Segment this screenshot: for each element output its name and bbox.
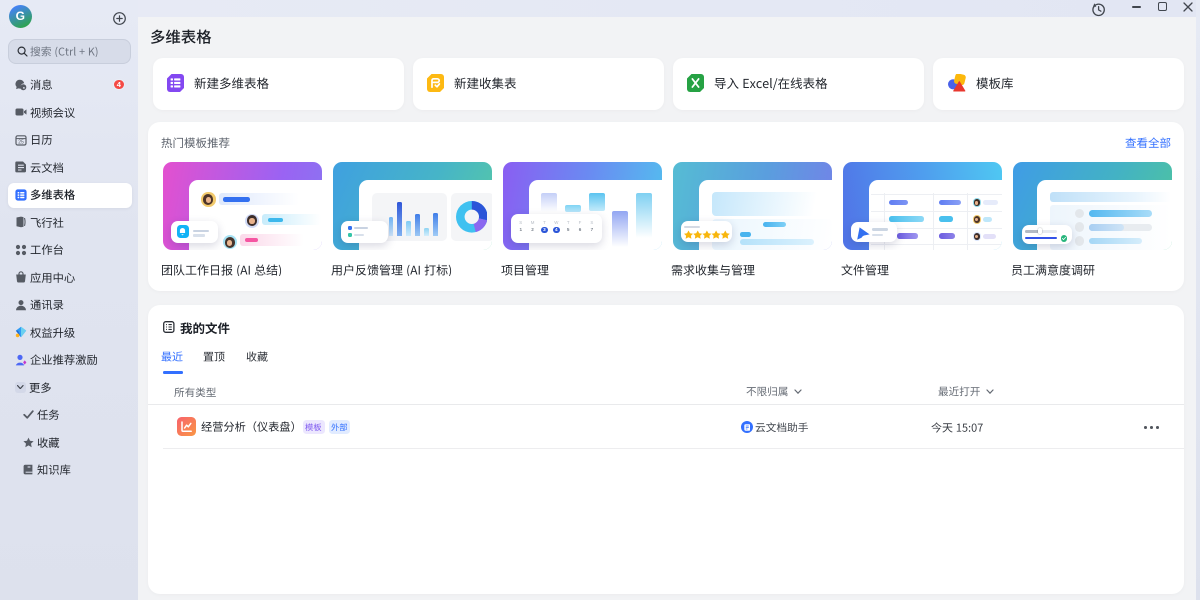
svg-text:25: 25 <box>18 139 24 145</box>
